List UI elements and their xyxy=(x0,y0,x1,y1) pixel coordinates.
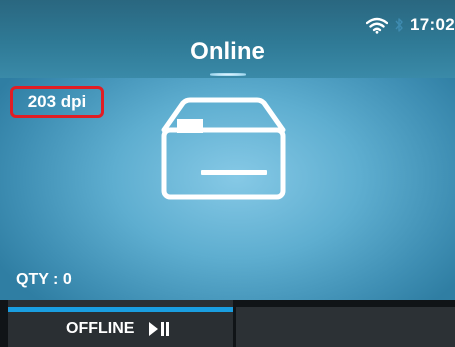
label-icon xyxy=(161,97,286,200)
status-bar: 17:02 xyxy=(366,14,455,36)
quantity-counter: QTY : 0 xyxy=(16,271,72,288)
page-title: Online xyxy=(190,38,265,65)
main-panel: 203 dpi QTY : 0 xyxy=(0,78,455,300)
clock: 17:02 xyxy=(410,15,455,34)
offline-button-label: OFFLINE xyxy=(66,320,135,337)
softkey-bar: OFFLINE xyxy=(0,300,455,347)
header: 17:02 Online xyxy=(0,0,455,78)
printer-display: 17:02 Online 203 dpi QTY : 0 OFFLINE xyxy=(0,0,455,347)
wifi-icon xyxy=(366,17,389,34)
play-pause-icon xyxy=(149,322,170,336)
offline-button-content: OFFLINE xyxy=(66,320,170,338)
title-underline xyxy=(210,73,246,76)
offline-button[interactable]: OFFLINE xyxy=(8,300,233,347)
resolution-badge: 203 dpi xyxy=(10,86,104,118)
bluetooth-icon xyxy=(395,18,403,32)
softkey-accent xyxy=(8,307,233,312)
right-softkey[interactable] xyxy=(236,307,455,347)
